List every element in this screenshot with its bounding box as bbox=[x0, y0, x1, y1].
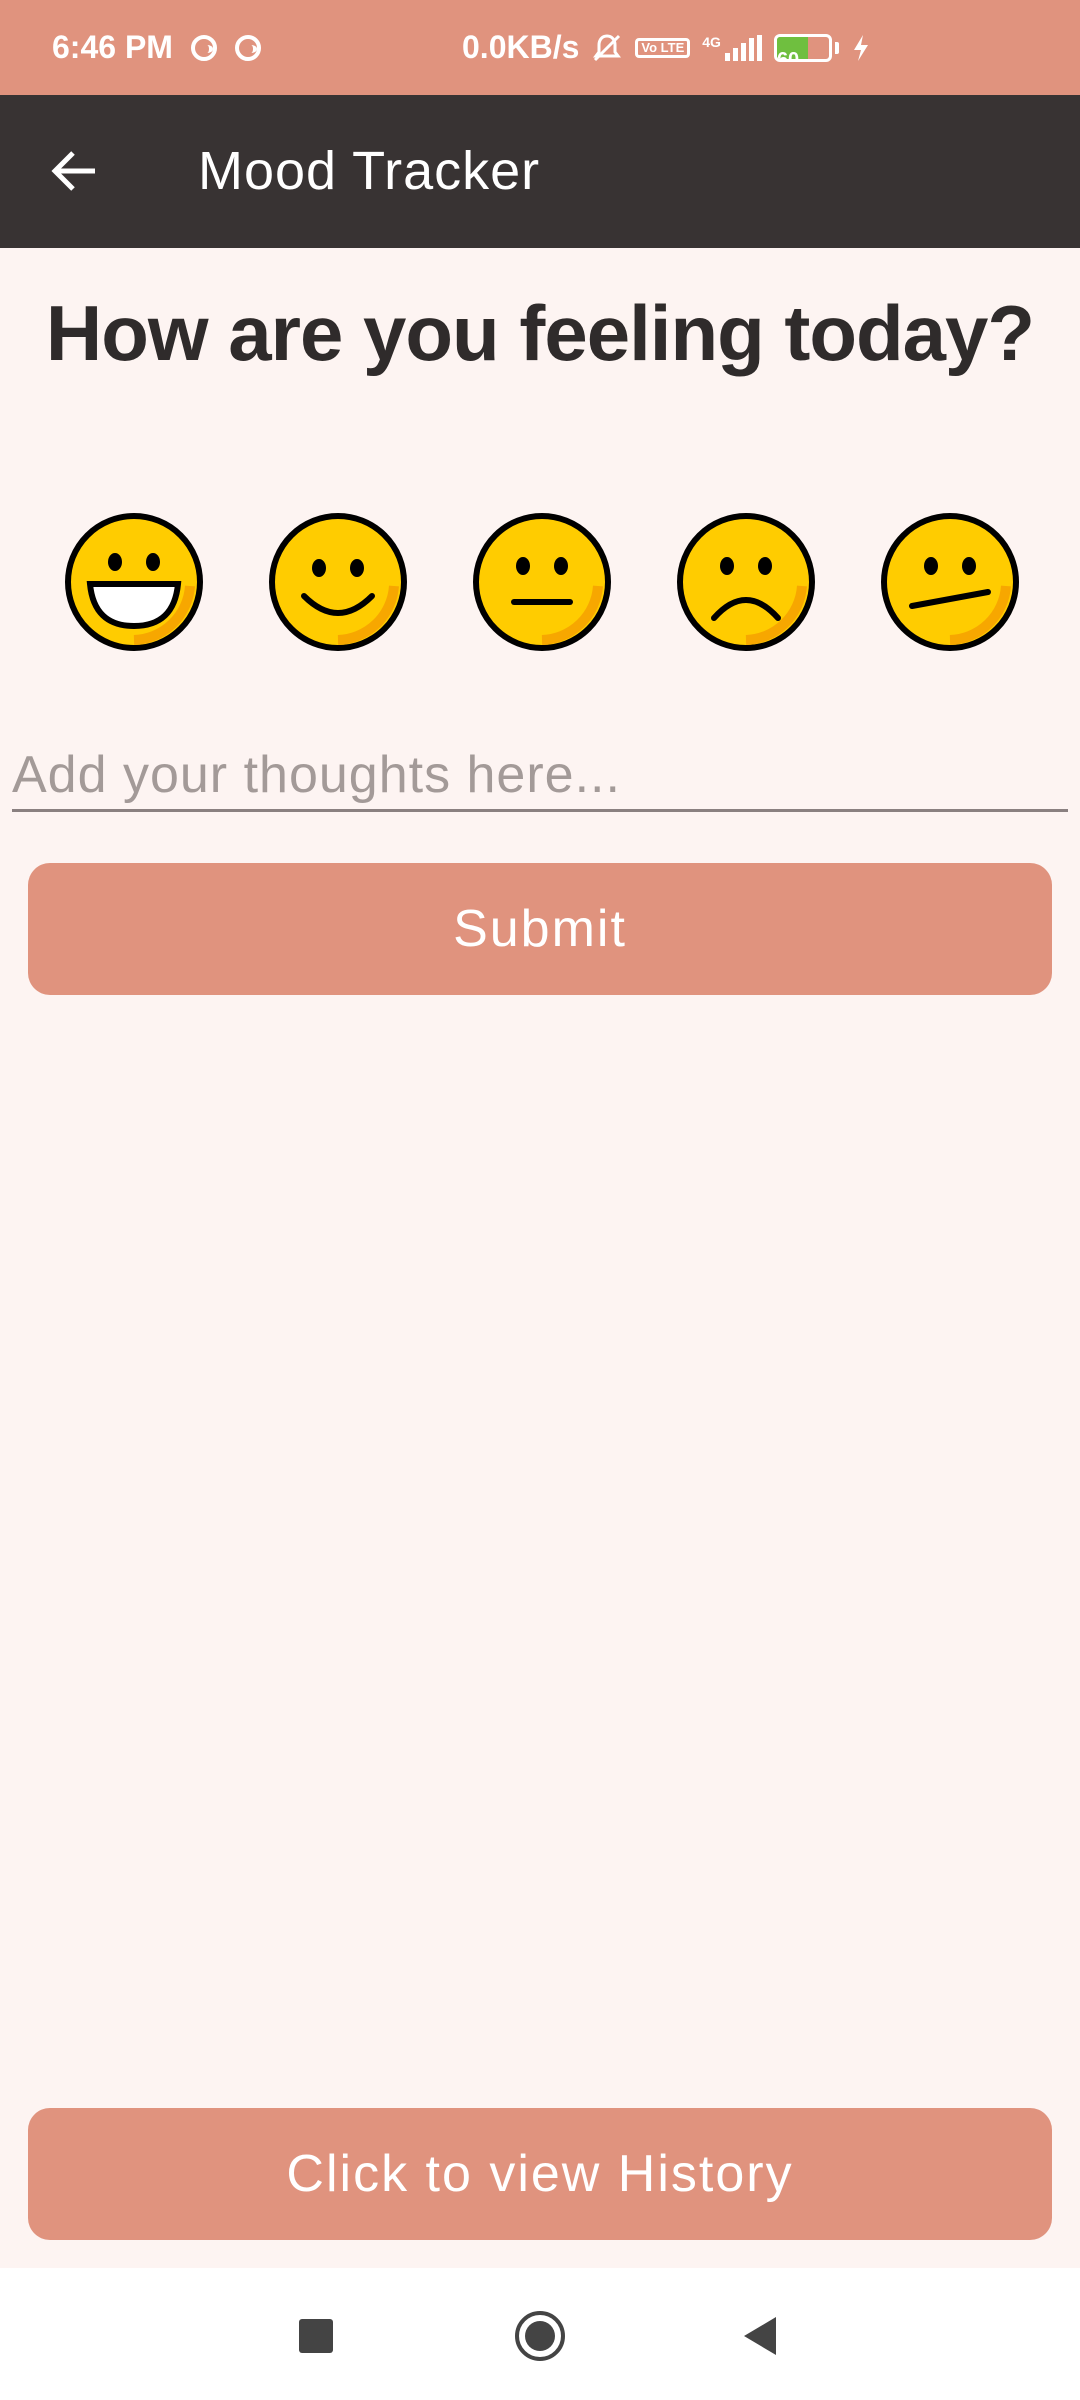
status-left: 6:46 PM bbox=[52, 0, 261, 95]
smiling-face-icon bbox=[269, 513, 407, 651]
neutral-face-icon bbox=[473, 513, 611, 651]
nav-back-button[interactable] bbox=[720, 2296, 800, 2376]
network-speed: 0.0KB/s bbox=[462, 29, 580, 65]
grinning-face-icon bbox=[65, 513, 203, 651]
sync-icon bbox=[190, 34, 217, 61]
battery-tip bbox=[834, 41, 839, 54]
home-button[interactable] bbox=[500, 2296, 580, 2376]
back-button[interactable] bbox=[30, 131, 120, 211]
sync-icon bbox=[234, 34, 261, 61]
mood-selector bbox=[0, 510, 1080, 655]
volte-icon: Vo LTE bbox=[635, 37, 691, 58]
home-icon-inner bbox=[525, 2321, 555, 2351]
status-time: 6:46 PM bbox=[52, 29, 173, 65]
app-title: Mood Tracker bbox=[198, 141, 541, 201]
mood-neutral[interactable] bbox=[470, 510, 614, 654]
mute-icon bbox=[593, 33, 622, 61]
network-type: 4G bbox=[702, 33, 721, 50]
arrow-left-icon bbox=[51, 151, 95, 191]
mood-very-happy[interactable] bbox=[62, 510, 206, 654]
battery-level: 60 bbox=[776, 48, 800, 62]
app-bar: Mood Tracker bbox=[0, 95, 1080, 248]
recents-icon bbox=[299, 2319, 333, 2353]
question-heading: How are you feeling today? bbox=[45, 289, 1035, 377]
frowning-face-icon bbox=[677, 513, 815, 651]
mood-sad[interactable] bbox=[674, 510, 818, 654]
signal-icon bbox=[724, 34, 762, 61]
navigation-bar bbox=[0, 2268, 1080, 2400]
submit-button[interactable]: Submit bbox=[28, 863, 1052, 995]
status-bar: 6:46 PM 0.0KB/s Vo LTE 4G 60 bbox=[0, 0, 1080, 95]
back-icon bbox=[744, 2317, 776, 2355]
home-icon bbox=[515, 2311, 565, 2361]
recents-button[interactable] bbox=[276, 2296, 356, 2376]
status-indicators: 0.0KB/s Vo LTE 4G 60 bbox=[462, 0, 871, 95]
view-history-button[interactable]: Click to view History bbox=[28, 2108, 1052, 2240]
mood-confused[interactable] bbox=[878, 510, 1022, 654]
charging-icon bbox=[853, 34, 868, 61]
thoughts-input[interactable] bbox=[12, 740, 1068, 812]
mood-happy[interactable] bbox=[266, 510, 410, 654]
battery-icon: 60 bbox=[773, 33, 832, 62]
confused-face-icon bbox=[881, 513, 1019, 651]
